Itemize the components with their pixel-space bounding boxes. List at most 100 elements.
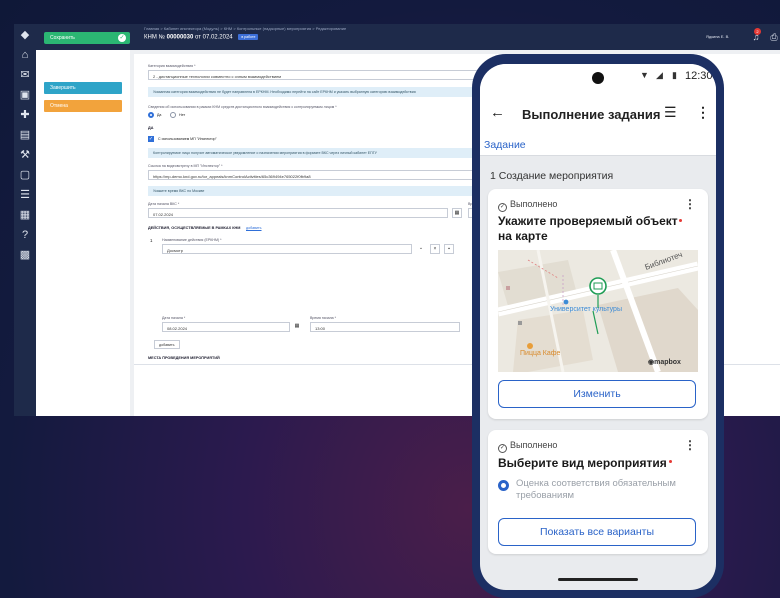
status-done: ✓ Выполнено bbox=[498, 199, 557, 212]
logo-icon: ◆ bbox=[20, 29, 30, 41]
camera-icon bbox=[592, 72, 604, 84]
medkit-icon[interactable]: ✚ bbox=[18, 108, 32, 122]
task-card-map: ✓ Выполнено ⋮ Укажите проверяемый объект … bbox=[488, 189, 708, 419]
phone-screen: ▼ ◢ ▮ 12:30 ← Выполнение задания ☰ ⋮ Зад… bbox=[480, 64, 716, 590]
radio-yes-label: Да bbox=[157, 113, 162, 117]
battery-icon: ▮ bbox=[672, 70, 677, 80]
user-name[interactable]: Ядкина Е. В. bbox=[706, 34, 729, 39]
card-title: Выберите вид мероприятия bbox=[498, 456, 667, 470]
more-vert-icon[interactable]: ⋮ bbox=[696, 104, 710, 121]
left-nav: ◆ ⌂ ✉ ▣ ✚ ▤ ⚒ ▢ ☰ ▦ ? ▩ bbox=[14, 24, 36, 416]
yes-header: ДА bbox=[148, 126, 154, 130]
hammer-icon[interactable]: ⚒ bbox=[18, 148, 32, 162]
map-cafe-label: Пицца Кафе bbox=[520, 350, 561, 357]
status-done: ✓ Выполнено bbox=[498, 440, 557, 453]
calendar-icon[interactable]: ▦ bbox=[292, 322, 302, 332]
radio-no-label: Нет bbox=[179, 113, 186, 117]
places-header: МЕСТА ПРОВЕДЕНИЯ МЕРОПРИЯТИЙ bbox=[148, 356, 220, 360]
action-date-label: Дата начала * bbox=[162, 316, 186, 320]
calendar-icon[interactable]: ▦ bbox=[18, 208, 32, 222]
vks-date-label: Дата начала ВКС * bbox=[148, 202, 180, 206]
add-button[interactable]: добавить bbox=[154, 340, 180, 349]
bell-icon[interactable]: ♫ 2 bbox=[750, 28, 762, 43]
back-arrow-icon[interactable]: ← bbox=[490, 104, 505, 121]
tab-task-label: Задание bbox=[484, 139, 526, 151]
clear-icon[interactable]: × bbox=[430, 244, 440, 254]
edit-button[interactable]: Изменить bbox=[498, 380, 696, 408]
top-bar: Главная > Кабинет инспектора (Модуль) > … bbox=[36, 24, 780, 50]
status-badge: в работе bbox=[238, 34, 259, 40]
app-bar: ← Выполнение задания ☰ ⋮ bbox=[480, 94, 716, 134]
cancel-button[interactable]: Отмена bbox=[44, 100, 122, 112]
list-icon[interactable]: ☰ bbox=[664, 104, 677, 121]
page-title: КНМ № 00000030 от 07.02.2024 в работе bbox=[144, 34, 259, 41]
map-poi-label: Университет культуры bbox=[550, 306, 622, 313]
title-number: 00000030 bbox=[166, 34, 194, 41]
mapbox-logo: ◉mapbox bbox=[648, 359, 681, 366]
file-icon[interactable]: ▢ bbox=[18, 168, 32, 182]
calendar-icon[interactable]: ▦ bbox=[452, 208, 462, 218]
inspector-checkbox[interactable]: ✓ bbox=[148, 136, 154, 142]
mapbox-label: mapbox bbox=[654, 359, 681, 366]
complete-button[interactable]: Завершить bbox=[44, 82, 122, 94]
more-vert-icon[interactable]: ⋮ bbox=[684, 438, 696, 452]
action-date-field[interactable]: 08.02.2024 bbox=[162, 322, 290, 332]
info-notification: Контролируемое лицо получит автоматическ… bbox=[148, 148, 488, 158]
info-time-notice: Укажите время ВКС по Москве bbox=[148, 186, 488, 196]
radio-no[interactable] bbox=[170, 112, 176, 118]
inspector-checkbox-label: С использованием МП "Инспектор" bbox=[158, 137, 217, 141]
briefcase-icon[interactable]: ▣ bbox=[18, 88, 32, 102]
video-link-field[interactable]: https://mp-demo.knd.gov.ru/tor_appeals/k… bbox=[148, 170, 488, 180]
report-icon[interactable]: ☰ bbox=[18, 188, 32, 202]
status-done-label: Выполнено bbox=[510, 440, 558, 450]
action-name-select[interactable]: Досмотр bbox=[162, 244, 412, 254]
status-bar: ▼ ◢ ▮ 12:30 bbox=[480, 64, 716, 94]
help-icon[interactable]: ? bbox=[18, 228, 32, 242]
app-bar-title: Выполнение задания bbox=[522, 107, 661, 122]
check-circle-icon: ✓ bbox=[498, 444, 507, 453]
mail-icon[interactable]: ✉ bbox=[18, 68, 32, 82]
video-link-label: Ссылка на видеовстречу в МП "Инспектор" … bbox=[148, 164, 223, 168]
tab-task[interactable]: Задание bbox=[480, 134, 716, 156]
add-action-link[interactable]: добавить bbox=[246, 226, 262, 230]
home-icon[interactable]: ⌂ bbox=[18, 48, 32, 62]
action-time-field[interactable]: 13:00 bbox=[310, 322, 460, 332]
breadcrumb[interactable]: Главная > Кабинет инспектора (Модуль) > … bbox=[144, 26, 346, 31]
printer-icon[interactable]: ⎙ bbox=[768, 31, 780, 43]
show-all-options-button[interactable]: Показать все варианты bbox=[498, 518, 696, 546]
archive-icon[interactable]: ▩ bbox=[18, 248, 32, 262]
radio-yes[interactable] bbox=[148, 112, 154, 118]
document-search-icon[interactable]: ▤ bbox=[18, 128, 32, 142]
task-card-type: ✓ Выполнено ⋮ Выберите вид мероприятия Оц… bbox=[488, 430, 708, 554]
option-label: Оценка соответствия обязательным требова… bbox=[516, 478, 676, 501]
check-icon: ✓ bbox=[118, 34, 126, 42]
status-time: 12:30 bbox=[685, 70, 713, 82]
section-title: 1 Создание мероприятия bbox=[490, 170, 614, 182]
phone-frame: ▼ ◢ ▮ 12:30 ← Выполнение задания ☰ ⋮ Зад… bbox=[472, 54, 724, 598]
side-actions-panel: Завершить Отмена bbox=[36, 50, 130, 416]
status-done-label: Выполнено bbox=[510, 199, 558, 209]
interaction-category-label: Категория взаимодействия * bbox=[148, 64, 196, 68]
save-button[interactable]: Сохранить ✓ bbox=[44, 32, 130, 44]
vks-date-field[interactable]: 07.02.2024 bbox=[148, 208, 448, 218]
chevron-down-icon[interactable]: ⌄ bbox=[416, 244, 426, 254]
title-prefix: КНМ № bbox=[144, 34, 165, 41]
card-title: Укажите проверяемый объект на карте bbox=[498, 214, 678, 243]
actions-header: ДЕЙСТВИЯ, ОСУЩЕСТВЛЯЕМЫЕ В РАМКАХ КНМ bbox=[148, 226, 241, 230]
title-suffix: от 07.02.2024 bbox=[194, 34, 233, 41]
map-view[interactable]: Библиотеч Университет культуры Пицца Каф… bbox=[498, 250, 698, 372]
notification-badge: 2 bbox=[754, 28, 761, 35]
info-category-notice: Указанная категория взаимодействия не бу… bbox=[148, 87, 488, 97]
more-vert-icon[interactable]: ⋮ bbox=[684, 197, 696, 211]
table-icon[interactable]: ▪ bbox=[444, 244, 454, 254]
option-radio[interactable] bbox=[498, 480, 509, 491]
wifi-icon: ▼ bbox=[640, 70, 649, 80]
remote-usage-label: Сведения об использовании в рамках КНМ с… bbox=[148, 105, 337, 109]
save-button-label: Сохранить bbox=[50, 35, 75, 41]
interaction-category-select[interactable]: 2 - дистанционные технологии совместно с… bbox=[148, 70, 488, 80]
action-name-label: Наименование действия (ЕРКНМ) * bbox=[162, 238, 222, 242]
action-number: 1 bbox=[150, 238, 153, 243]
home-indicator[interactable] bbox=[558, 578, 638, 581]
signal-icon: ◢ bbox=[656, 70, 663, 80]
action-time-label: Время начала * bbox=[310, 316, 337, 320]
